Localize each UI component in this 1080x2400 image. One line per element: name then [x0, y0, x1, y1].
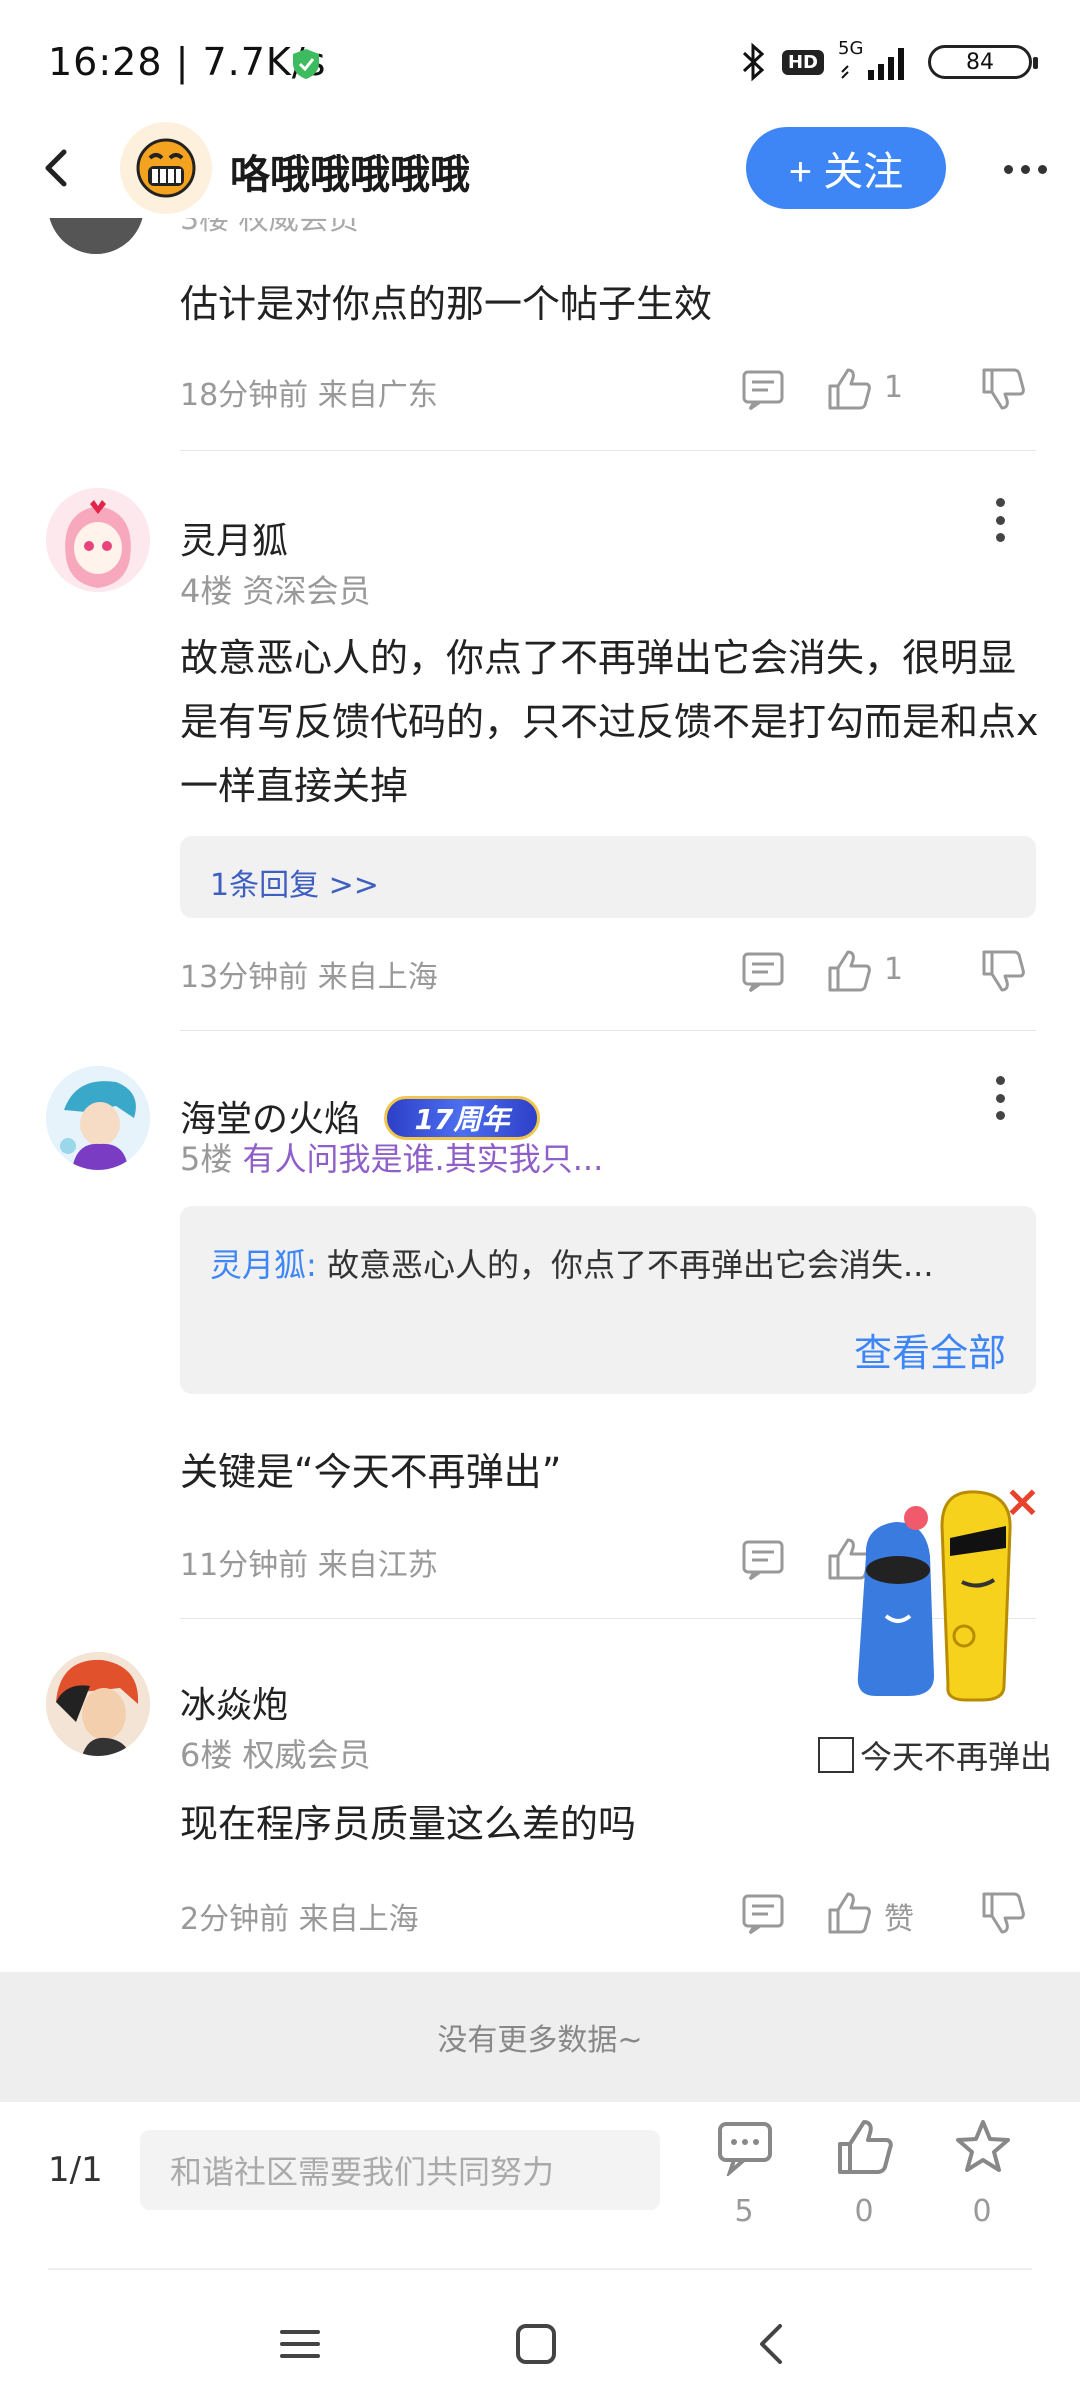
- comments-count: 5: [734, 2194, 754, 2229]
- divider: [180, 1030, 1036, 1031]
- divider: [180, 450, 1036, 451]
- comment-time-location: 2分钟前 来自上海: [180, 1902, 419, 1937]
- thumb-up-icon[interactable]: [826, 1890, 872, 1936]
- reply-count-link[interactable]: 1条回复 >>: [210, 860, 379, 904]
- kebab-icon[interactable]: [980, 492, 1020, 548]
- avatar[interactable]: [46, 1066, 150, 1170]
- status-bar: 16:28 | 7.7K/s HD 5G 84: [0, 0, 1080, 128]
- comments-button[interactable]: 5: [704, 2118, 784, 2229]
- floor-meta: 3楼 权威会员: [180, 218, 359, 237]
- like-count: 1: [884, 952, 904, 987]
- like-label: 赞: [884, 1902, 914, 1937]
- thumb-down-icon[interactable]: [980, 1890, 1026, 1936]
- quote-author: 灵月狐:: [210, 1246, 317, 1284]
- avatar[interactable]: [46, 488, 150, 592]
- quoted-reply[interactable]: 灵月狐: 故意恶心人的，你点了不再弹出它会消失... 查看全部: [180, 1206, 1036, 1394]
- author-avatar[interactable]: [120, 122, 212, 214]
- comment-icon[interactable]: [740, 366, 786, 412]
- no-more-data: 没有更多数据~: [0, 1972, 1080, 2102]
- follow-button[interactable]: + 关注: [746, 127, 946, 209]
- page-indicator[interactable]: 1/1: [48, 2150, 103, 2190]
- dont-show-today-label: 今天不再弹出: [860, 1738, 1053, 1776]
- avatar[interactable]: [46, 1652, 150, 1756]
- favorites-count: 0: [972, 2194, 992, 2229]
- nav-back-icon[interactable]: [742, 2314, 802, 2374]
- menu-icon[interactable]: [270, 2314, 330, 2374]
- floor-info: 5楼 有人问我是谁.其实我只...: [180, 1140, 604, 1178]
- quote-text: 故意恶心人的，你点了不再弹出它会消失...: [326, 1246, 934, 1284]
- more-icon[interactable]: [990, 144, 1060, 194]
- dont-show-today-checkbox[interactable]: 今天不再弹出: [818, 1732, 1052, 1778]
- checkbox[interactable]: [818, 1737, 854, 1773]
- status-time: 16:28 | 7.7K/s: [48, 40, 327, 84]
- system-nav-bar: [0, 2270, 1080, 2400]
- comment-icon: [718, 2122, 772, 2176]
- comment-icon[interactable]: [740, 948, 786, 994]
- comment-actions: 1: [740, 948, 1040, 996]
- floor-info: 4楼 资深会员: [180, 572, 371, 610]
- page-title: 咯哦哦哦哦哦: [230, 152, 470, 198]
- comment-actions: 赞: [740, 1890, 1040, 1938]
- reply-box[interactable]: 1条回复 >>: [180, 836, 1036, 918]
- comment-text: 估计是对你点的那一个帖子生效: [180, 282, 713, 326]
- likes-count: 0: [854, 2194, 874, 2229]
- thumb-down-icon[interactable]: [980, 948, 1026, 994]
- comment-actions: 1: [740, 366, 1040, 414]
- view-all-link[interactable]: 查看全部: [854, 1322, 1006, 1377]
- thumb-up-icon: [838, 2120, 893, 2174]
- comment-icon[interactable]: [740, 1536, 786, 1582]
- comment-text: 故意恶心人的，你点了不再弹出它会消失，很明显是有写反馈代码的，只不过反馈不是打勾…: [180, 636, 1039, 808]
- home-icon[interactable]: [506, 2314, 566, 2374]
- bluetooth-icon: [742, 42, 765, 82]
- floating-ad-mascot[interactable]: [846, 1486, 1030, 1716]
- avatar[interactable]: [48, 218, 144, 254]
- floor-info: 6楼 权威会员: [180, 1736, 371, 1774]
- comment-input[interactable]: 和谐社区需要我们共同努力: [140, 2130, 660, 2210]
- thumb-up-icon[interactable]: [826, 948, 872, 994]
- bottom-bar: 1/1 和谐社区需要我们共同努力 5 0 0: [0, 2104, 1080, 2270]
- comment-time-location: 18分钟前 来自广东: [180, 378, 438, 413]
- emoji-face-icon: [136, 138, 196, 198]
- username[interactable]: 冰焱炮: [180, 1676, 288, 1728]
- title-bar: 咯哦哦哦哦哦 + 关注: [0, 118, 1080, 218]
- like-button[interactable]: 0: [824, 2118, 904, 2229]
- kebab-icon[interactable]: [980, 1070, 1020, 1126]
- comment-time-location: 11分钟前 来自江苏: [180, 1548, 438, 1583]
- thumb-down-icon[interactable]: [980, 366, 1026, 412]
- shield-icon: [293, 49, 319, 79]
- battery-indicator: 84: [928, 45, 1038, 79]
- hd-badge: HD: [781, 49, 824, 75]
- favorite-button[interactable]: 0: [942, 2118, 1022, 2229]
- username[interactable]: 灵月狐: [180, 512, 288, 564]
- thumb-up-icon[interactable]: [826, 366, 872, 412]
- status-icons: HD 5G 84: [738, 38, 1038, 84]
- signal-icon: 5G: [838, 38, 914, 82]
- like-count: 1: [884, 370, 904, 405]
- comment-time-location: 13分钟前 来自上海: [180, 960, 438, 995]
- user-signature: 有人问我是谁.其实我只...: [242, 1140, 604, 1178]
- comment-text: 现在程序员质量这么差的吗: [180, 1802, 637, 1846]
- comment-icon[interactable]: [740, 1890, 786, 1936]
- back-icon[interactable]: [30, 140, 86, 196]
- star-icon: [956, 2120, 1010, 2172]
